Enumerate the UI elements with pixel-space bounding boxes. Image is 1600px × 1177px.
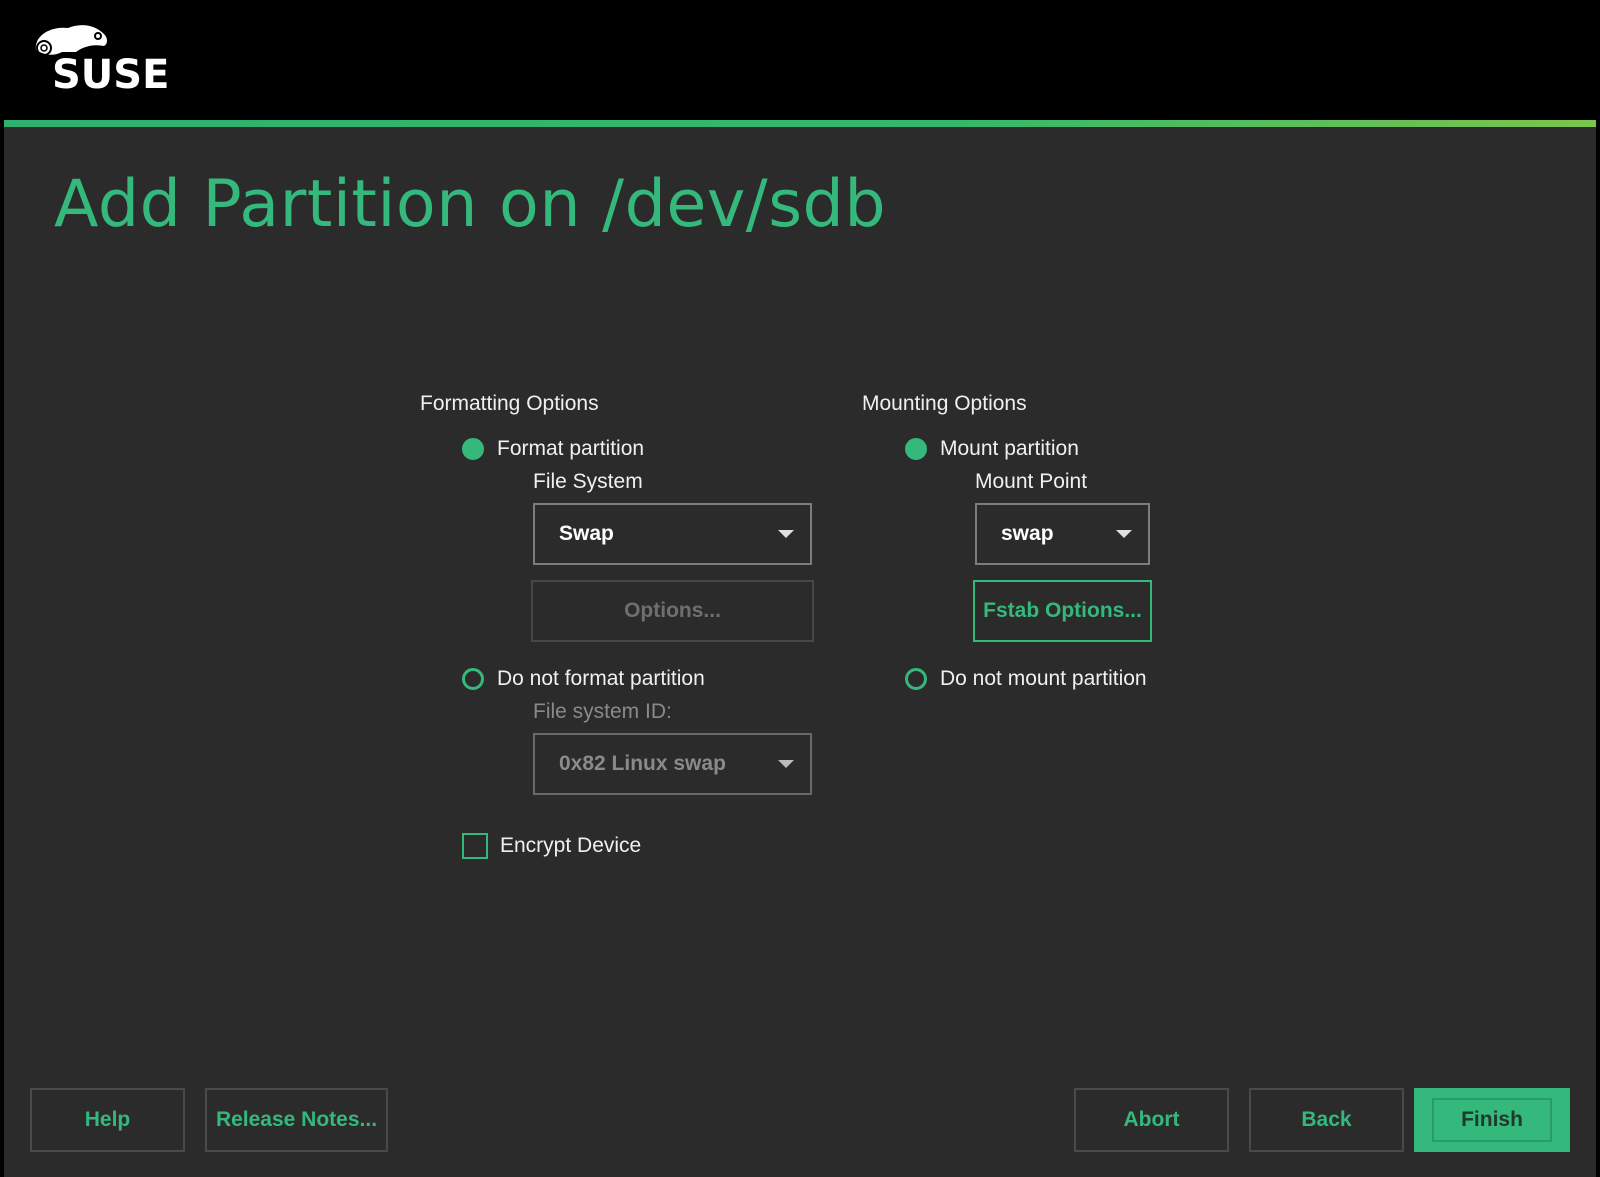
help-button[interactable]: Help <box>30 1088 185 1152</box>
encrypt-device-checkbox[interactable]: Encrypt Device <box>462 833 641 859</box>
main-panel: Add Partition on /dev/sdb Formatting Opt… <box>4 127 1596 1177</box>
mount-point-label: Mount Point <box>975 470 1088 493</box>
suse-logo: SUSE <box>35 25 169 98</box>
formatting-options-title: Formatting Options <box>420 392 599 415</box>
do-not-format-radio[interactable]: Do not format partition <box>462 667 705 691</box>
finish-label: Finish <box>1432 1098 1552 1142</box>
radio-unchecked-icon <box>905 668 927 690</box>
do-not-mount-label: Do not mount partition <box>940 667 1147 690</box>
file-system-id-select[interactable]: 0x82 Linux swap <box>533 733 812 795</box>
radio-unchecked-icon <box>462 668 484 690</box>
mount-point-value: swap <box>1001 522 1054 545</box>
mount-partition-radio[interactable]: Mount partition <box>905 437 1079 461</box>
encrypt-device-label: Encrypt Device <box>500 834 642 857</box>
file-system-select[interactable]: Swap <box>533 503 812 565</box>
abort-button[interactable]: Abort <box>1074 1088 1229 1152</box>
format-partition-label: Format partition <box>497 437 645 460</box>
mounting-options-title: Mounting Options <box>862 392 1027 415</box>
svg-text:SUSE: SUSE <box>52 52 169 98</box>
fstab-options-button[interactable]: Fstab Options... <box>973 580 1152 642</box>
finish-button[interactable]: Finish <box>1414 1088 1570 1152</box>
mount-partition-label: Mount partition <box>940 437 1079 460</box>
chevron-down-icon <box>778 760 794 768</box>
header-bar: SUSE <box>0 0 1600 120</box>
format-partition-radio[interactable]: Format partition <box>462 437 644 461</box>
radio-checked-icon <box>462 438 484 460</box>
file-system-id-label: File system ID: <box>533 700 672 723</box>
checkbox-unchecked-icon <box>462 833 488 859</box>
mount-point-select[interactable]: swap <box>975 503 1150 565</box>
file-system-value: Swap <box>559 522 614 545</box>
file-system-id-value: 0x82 Linux swap <box>559 752 726 775</box>
do-not-mount-radio[interactable]: Do not mount partition <box>905 667 1147 691</box>
release-notes-button[interactable]: Release Notes... <box>205 1088 388 1152</box>
file-system-label: File System <box>533 470 643 493</box>
page-title: Add Partition on /dev/sdb <box>54 167 887 242</box>
back-button[interactable]: Back <box>1249 1088 1404 1152</box>
do-not-format-label: Do not format partition <box>497 667 705 690</box>
accent-line <box>4 120 1596 127</box>
radio-checked-icon <box>905 438 927 460</box>
options-button[interactable]: Options... <box>531 580 814 642</box>
chevron-down-icon <box>778 530 794 538</box>
chevron-down-icon <box>1116 530 1132 538</box>
